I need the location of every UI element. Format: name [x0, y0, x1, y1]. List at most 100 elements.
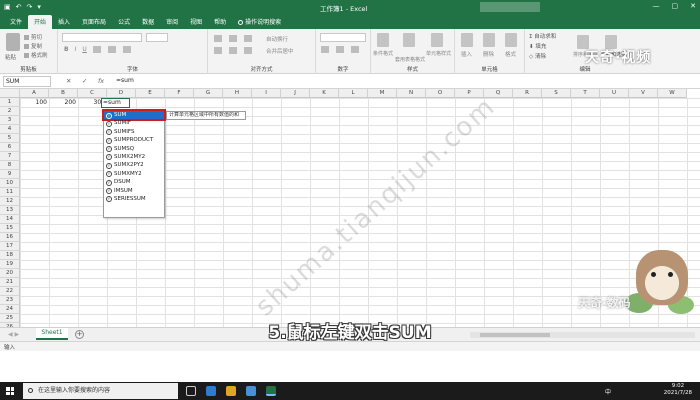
column-header[interactable]: L [339, 89, 368, 98]
excel-taskbar-icon[interactable] [266, 386, 276, 396]
fill-button[interactable]: ⬇ 填充 [529, 42, 546, 50]
sheet-nav-arrows-icon[interactable]: ◀ ▶ [8, 331, 19, 338]
edge-browser-icon[interactable] [206, 386, 216, 396]
column-header[interactable]: G [194, 89, 223, 98]
insert-cells-icon[interactable] [461, 33, 473, 47]
column-header[interactable]: B [49, 89, 78, 98]
column-header[interactable]: A [20, 89, 49, 98]
row-header[interactable]: 10 [0, 179, 20, 188]
fill-color-icon[interactable] [107, 46, 116, 53]
row-header[interactable]: 2 [0, 107, 20, 116]
column-header[interactable]: R [513, 89, 542, 98]
cut-button[interactable]: 剪切 [24, 33, 42, 41]
column-header[interactable]: D [107, 89, 136, 98]
name-box[interactable]: SUM [3, 76, 51, 87]
font-size-select[interactable] [146, 33, 168, 42]
tab-file[interactable]: 文件 [4, 15, 28, 29]
tab-page-layout[interactable]: 页面布局 [76, 15, 112, 29]
column-header[interactable]: S [542, 89, 571, 98]
fx-icon[interactable]: fx [98, 77, 104, 85]
maximize-button[interactable]: ▢ [672, 2, 679, 10]
row-header[interactable]: 16 [0, 233, 20, 242]
tab-home[interactable]: 开始 [28, 15, 53, 29]
format-cells-icon[interactable] [505, 33, 517, 47]
row-header[interactable]: 7 [0, 152, 20, 161]
column-header[interactable]: M [368, 89, 397, 98]
add-sheet-button[interactable]: + [75, 330, 84, 339]
percent-icon[interactable] [336, 46, 344, 53]
cell-b1[interactable]: 200 [49, 98, 78, 107]
autocomplete-item[interactable]: f IMSUM [104, 187, 164, 195]
ime-indicator[interactable]: 中 [605, 387, 611, 396]
column-header[interactable]: I [252, 89, 281, 98]
row-header[interactable]: 1 [0, 98, 20, 107]
sheet-tab-sheet1[interactable]: Sheet1 [36, 328, 68, 340]
column-header[interactable]: K [310, 89, 339, 98]
autocomplete-item[interactable]: f SUMXMY2 [104, 170, 164, 178]
autocomplete-item[interactable]: f DSUM [104, 178, 164, 186]
tab-insert[interactable]: 插入 [52, 15, 76, 29]
row-header[interactable]: 19 [0, 260, 20, 269]
cell-style-button[interactable]: 单元格样式 [426, 50, 451, 57]
minimize-button[interactable]: — [653, 2, 660, 10]
tab-view[interactable]: 视图 [184, 15, 208, 29]
app-icon[interactable] [246, 386, 256, 396]
column-header[interactable]: F [165, 89, 194, 98]
tell-me-search[interactable]: 操作说明搜索 [232, 15, 287, 29]
align-bottom-icon[interactable] [244, 35, 252, 42]
close-button[interactable]: ✕ [690, 2, 696, 10]
autocomplete-item[interactable]: f SUMX2PY2 [104, 161, 164, 169]
column-header[interactable]: O [426, 89, 455, 98]
clear-button[interactable]: ◇ 清除 [529, 52, 546, 60]
column-header[interactable]: C [78, 89, 107, 98]
border-icon[interactable] [92, 46, 101, 53]
autocomplete-item[interactable]: f SUMIF [104, 119, 164, 127]
column-header[interactable]: V [629, 89, 658, 98]
tab-formulas[interactable]: 公式 [112, 15, 136, 29]
merge-center-button[interactable]: 合并后居中 [266, 47, 294, 55]
row-header[interactable]: 21 [0, 278, 20, 287]
bold-button[interactable]: B [64, 46, 69, 53]
scrollbar-thumb[interactable] [480, 333, 550, 337]
column-header[interactable]: E [136, 89, 165, 98]
system-clock[interactable]: 9:02 2021/7/28 [664, 383, 692, 397]
account-area[interactable] [480, 2, 540, 12]
table-format-icon[interactable] [403, 33, 415, 47]
delete-cells-icon[interactable] [483, 33, 495, 47]
row-header[interactable]: 13 [0, 206, 20, 215]
wrap-text-button[interactable]: 自动换行 [266, 35, 288, 43]
currency-icon[interactable] [321, 46, 329, 53]
column-header[interactable]: J [281, 89, 310, 98]
column-header[interactable]: Q [484, 89, 513, 98]
task-view-icon[interactable] [186, 386, 196, 396]
conditional-format-button[interactable]: 条件格式 [373, 50, 393, 57]
underline-button[interactable]: U [82, 46, 86, 53]
align-center-icon[interactable] [229, 47, 237, 54]
autosum-button[interactable]: Σ 自动求和 [529, 32, 556, 40]
horizontal-scrollbar[interactable] [470, 332, 695, 338]
row-header[interactable]: 25 [0, 314, 20, 323]
delete-cells-button[interactable]: 删除 [483, 50, 494, 58]
conditional-format-icon[interactable] [377, 33, 389, 47]
select-all-corner[interactable] [0, 89, 20, 98]
format-painter-button[interactable]: 格式刷 [24, 51, 48, 59]
align-right-icon[interactable] [244, 47, 252, 54]
font-name-select[interactable] [62, 33, 142, 42]
align-top-icon[interactable] [214, 35, 222, 42]
autocomplete-item[interactable]: f SUMX2MY2 [104, 153, 164, 161]
row-header[interactable]: 9 [0, 170, 20, 179]
italic-button[interactable]: I [75, 46, 77, 53]
row-header[interactable]: 22 [0, 287, 20, 296]
autocomplete-item-sum[interactable]: f SUM [102, 108, 166, 122]
formula-input[interactable]: =sum [116, 77, 134, 84]
insert-cells-button[interactable]: 插入 [461, 50, 472, 58]
taskbar-search-input[interactable]: 在这里输入你要搜索的内容 [23, 383, 178, 399]
enter-icon[interactable]: ✓ [82, 77, 87, 85]
row-header[interactable]: 4 [0, 125, 20, 134]
cell-d1-active[interactable]: =sum [101, 98, 130, 108]
row-header[interactable]: 24 [0, 305, 20, 314]
cell-style-icon[interactable] [431, 33, 443, 47]
column-header[interactable]: N [397, 89, 426, 98]
cancel-icon[interactable]: ✕ [66, 77, 71, 85]
cell-a1[interactable]: 100 [20, 98, 49, 107]
